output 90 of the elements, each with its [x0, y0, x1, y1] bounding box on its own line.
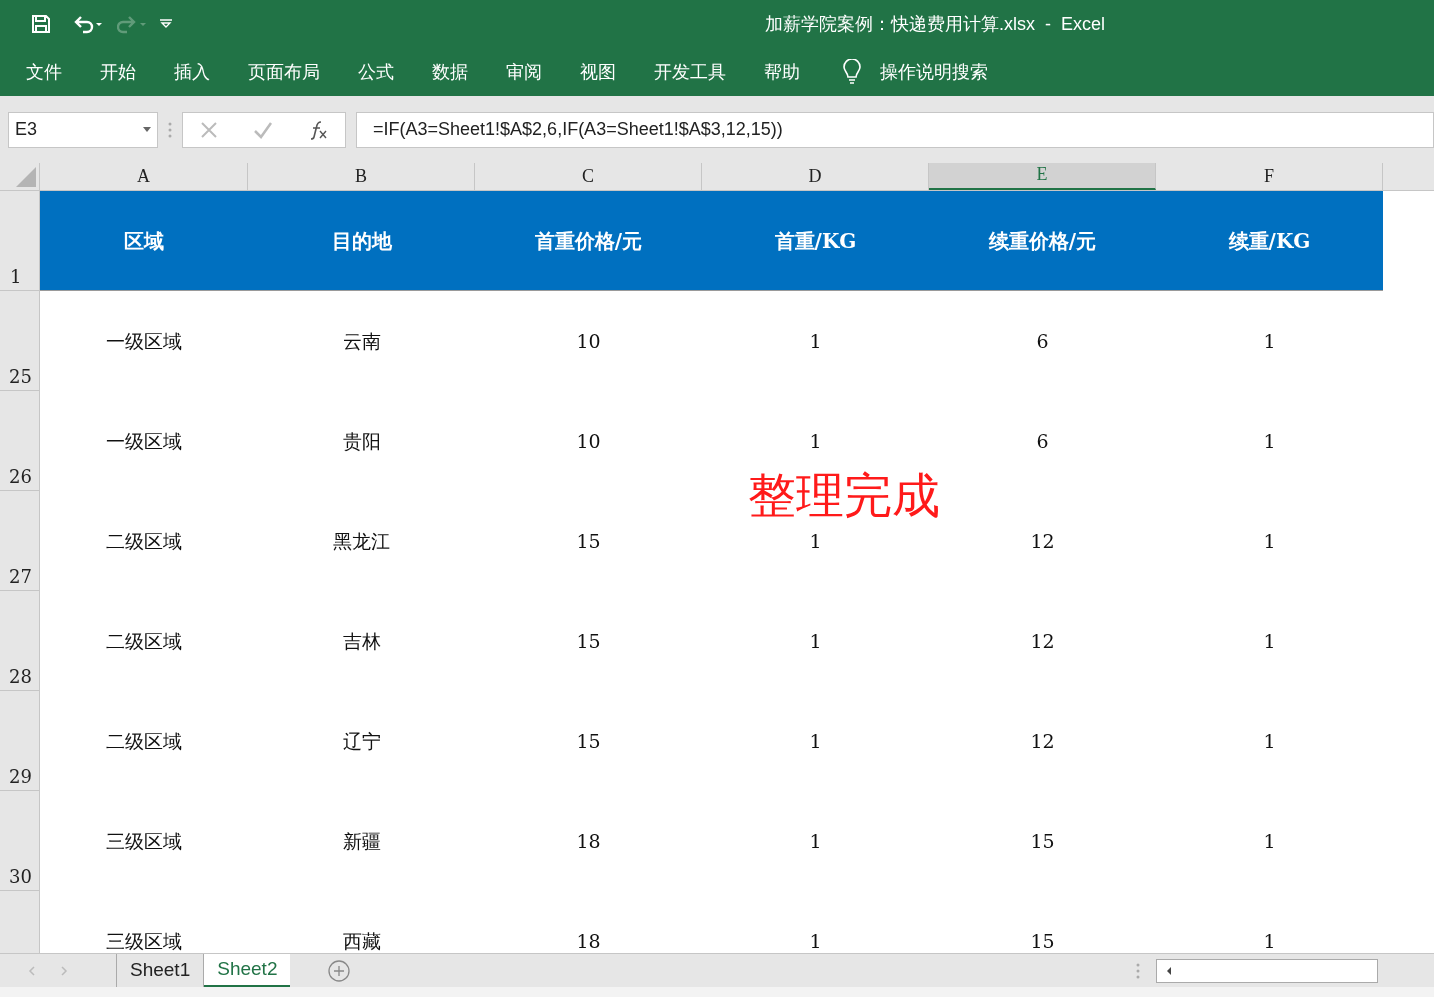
table-cell-text: 二级区域 [106, 528, 182, 554]
header-cell-text: 首重价格/元 [533, 227, 644, 255]
column-header[interactable]: E [929, 163, 1156, 190]
menu-tab[interactable]: 数据 [432, 58, 468, 86]
table-cell-text: 黑龙江 [333, 528, 390, 554]
triangle-icon [16, 167, 36, 187]
table-cell-text: 三级区域 [106, 928, 182, 953]
table-cell-text: 一级区域 [106, 428, 182, 454]
drag-handle-icon[interactable] [1136, 962, 1141, 979]
drag-handle-icon[interactable] [168, 121, 172, 138]
table-cell-text: 二级区域 [106, 628, 182, 654]
table-cell-text: 1 [1263, 528, 1276, 554]
column-header[interactable]: C [475, 163, 702, 190]
menu-tab[interactable]: 插入 [174, 58, 210, 86]
dropdown-icon[interactable] [159, 18, 173, 30]
row-header[interactable]: 28 [0, 591, 40, 691]
table-cell-text: 1 [1263, 428, 1276, 454]
name-box[interactable]: E3 [8, 111, 158, 148]
table-cell-text: 6 [1036, 428, 1049, 454]
header-cell-text: 续重价格/元 [987, 227, 1098, 255]
table-cell-text: 18 [576, 828, 601, 854]
menu-tab[interactable]: 视图 [580, 58, 616, 86]
caret-icon [143, 127, 151, 132]
table-cell-text: 10 [576, 428, 601, 454]
menu-tab[interactable]: 文件 [26, 58, 62, 86]
table-cell-text: 1 [809, 928, 822, 953]
table-cell-text: 1 [809, 428, 822, 454]
table-cell-text: 三级区域 [106, 828, 182, 854]
menu-tab[interactable]: 公式 [358, 58, 394, 86]
scroll-left-icon[interactable] [1165, 965, 1174, 976]
column-header[interactable]: F [1156, 163, 1383, 190]
formula-field[interactable]: =IF(A3=Sheet1!$A$2,6,IF(A3=Sheet1!$A$3,12,15)) [356, 111, 1434, 148]
menu-tab[interactable]: 帮助 [764, 58, 800, 86]
table-cell-text: 12 [1030, 528, 1055, 554]
table-cell-text: 12 [1030, 628, 1055, 654]
table-cell-text: 云南 [342, 328, 381, 354]
table-cell-text: 1 [1263, 928, 1276, 953]
table-cell-text: 15 [576, 628, 601, 654]
table-cell-text: 1 [809, 628, 822, 654]
table-cell-text: 15 [576, 728, 601, 754]
overlay-caption: 整理完成 [748, 472, 940, 520]
column-header[interactable]: A [40, 163, 248, 190]
search-field[interactable]: 操作说明搜索 [880, 58, 988, 86]
table-cell-text: 1 [1263, 628, 1276, 654]
row-header[interactable]: 30 [0, 791, 40, 891]
table-cell-text: 西藏 [342, 928, 381, 953]
row-header[interactable]: 1 [0, 191, 40, 291]
scroll-right-icon[interactable] [60, 965, 68, 976]
row-header[interactable]: 26 [0, 391, 40, 491]
table-cell-text: 1 [1263, 828, 1276, 854]
menu-tab[interactable]: 开始 [100, 58, 136, 86]
table-cell-text: 贵阳 [342, 428, 381, 454]
add-sheet-icon[interactable] [328, 959, 351, 982]
table-cell-text: 10 [576, 328, 601, 354]
table-cell-text: 18 [576, 928, 601, 953]
table-cell-text: 1 [809, 828, 822, 854]
table-cell-text: 6 [1036, 328, 1049, 354]
table-cell-text: 1 [1263, 728, 1276, 754]
header-cell-text: 目的地 [330, 227, 393, 255]
window-title: 加薪学院案例：快递费用计算.xlsx - Excel [765, 12, 1105, 36]
save-icon[interactable] [31, 14, 51, 34]
table-cell-text: 新疆 [342, 828, 381, 854]
header-cell-text: 续重/KG [1227, 227, 1312, 255]
table-cell-text: 15 [1030, 928, 1055, 953]
menu-tab[interactable]: 开发工具 [654, 58, 726, 86]
table-cell-text: 辽宁 [342, 728, 381, 754]
row-header[interactable]: 29 [0, 691, 40, 791]
table-cell-text: 吉林 [342, 628, 381, 654]
menu-tab[interactable]: 页面布局 [248, 58, 320, 86]
undo-icon[interactable] [73, 14, 103, 34]
row-header[interactable]: 27 [0, 491, 40, 591]
checkmark-icon[interactable] [253, 120, 273, 139]
table-cell-text: 一级区域 [106, 328, 182, 354]
column-header[interactable]: B [248, 163, 475, 190]
row-header[interactable]: 25 [0, 291, 40, 391]
table-cell-text: 12 [1030, 728, 1055, 754]
header-cell-text: 区域 [123, 227, 165, 255]
table-cell-text: 1 [1263, 328, 1276, 354]
lightbulb-icon[interactable] [842, 59, 862, 85]
table-cell-text: 15 [1030, 828, 1055, 854]
horizontal-scrollbar[interactable] [1156, 958, 1379, 983]
menu-tab[interactable]: 审阅 [506, 58, 542, 86]
table-cell-text: 1 [809, 728, 822, 754]
table-cell-text: 1 [809, 528, 822, 554]
close-icon[interactable] [200, 120, 219, 139]
sheet-tab[interactable]: Sheet2 [204, 954, 291, 987]
table-cell-text: 二级区域 [106, 728, 182, 754]
table-cell-text: 1 [809, 328, 822, 354]
header-cell-text: 首重/KG [773, 227, 858, 255]
table-cell-text: 15 [576, 528, 601, 554]
